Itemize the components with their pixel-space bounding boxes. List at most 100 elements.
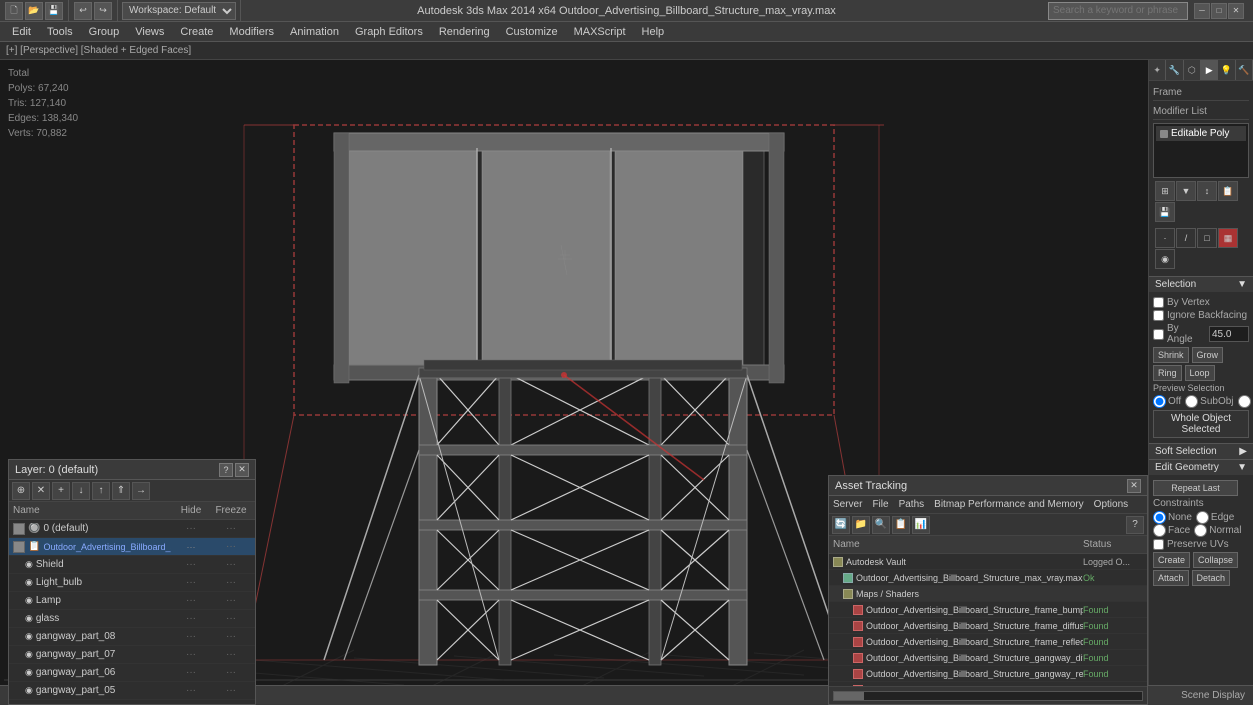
save-btn[interactable]: 💾	[45, 2, 63, 20]
maximize-btn[interactable]: □	[1211, 3, 1227, 19]
subobj-icon-element[interactable]: ◉	[1155, 249, 1175, 269]
rpanel-tab-create[interactable]: ✦	[1149, 60, 1166, 80]
asset-scroll-thumb[interactable]	[834, 692, 864, 700]
rpanel-tab-hierarchy[interactable]: ⬡	[1184, 60, 1201, 80]
undo-btn[interactable]: ↩	[74, 2, 92, 20]
repeat-last-btn[interactable]: Repeat Last	[1153, 480, 1238, 496]
asset-menu-file[interactable]: File	[872, 499, 888, 510]
asset-btn-chart[interactable]: 📊	[912, 516, 930, 534]
rpanel-tab-utilities[interactable]: 🔨	[1236, 60, 1253, 80]
minimize-btn[interactable]: ─	[1194, 3, 1210, 19]
menu-graph-editors[interactable]: Graph Editors	[347, 24, 431, 40]
rpanel-tab-modify[interactable]: 🔧	[1166, 60, 1183, 80]
close-btn[interactable]: ✕	[1228, 3, 1244, 19]
grow-btn[interactable]: Grow	[1192, 347, 1224, 363]
selection-header[interactable]: Selection ▼	[1149, 276, 1253, 292]
mod-icon-2[interactable]: ▼	[1176, 181, 1196, 201]
asset-row-maxfile[interactable]: Outdoor_Advertising_Billboard_Structure_…	[829, 570, 1147, 586]
layer-row-0[interactable]: 🔘 0 (default) ··· ···	[9, 520, 255, 538]
menu-create[interactable]: Create	[172, 24, 221, 40]
collapse-btn[interactable]: Collapse	[1193, 552, 1238, 568]
layer-row-glass[interactable]: ◉ glass ··· ···	[9, 610, 255, 628]
ring-btn[interactable]: Ring	[1153, 365, 1182, 381]
modifier-list-box[interactable]: Editable Poly	[1153, 123, 1249, 178]
create-btn[interactable]: Create	[1153, 552, 1190, 568]
mod-icon-4[interactable]: 📋	[1218, 181, 1238, 201]
asset-btn-help[interactable]: ?	[1126, 516, 1144, 534]
asset-menu-bitmap[interactable]: Bitmap Performance and Memory	[934, 499, 1084, 510]
menu-help[interactable]: Help	[634, 24, 673, 40]
asset-row-maps[interactable]: Maps / Shaders	[829, 586, 1147, 602]
menu-tools[interactable]: Tools	[39, 24, 81, 40]
workspace-select[interactable]: Workspace: Default	[122, 2, 236, 20]
angle-input[interactable]	[1209, 326, 1249, 342]
soft-sel-header[interactable]: Soft Selection ▶	[1149, 443, 1253, 459]
multi-radio[interactable]	[1238, 395, 1251, 408]
menu-views[interactable]: Views	[127, 24, 172, 40]
subobj-icon-poly[interactable]: ▦	[1218, 228, 1238, 248]
normal-radio[interactable]	[1194, 524, 1207, 537]
asset-btn-search[interactable]: 🔍	[872, 516, 890, 534]
attach-btn[interactable]: Attach	[1153, 570, 1189, 586]
by-angle-check[interactable]	[1153, 329, 1164, 340]
new-btn[interactable]: 🗋	[5, 2, 23, 20]
asset-menu-paths[interactable]: Paths	[899, 499, 925, 510]
asset-btn-refresh[interactable]: 🔄	[832, 516, 850, 534]
mod-icon-3[interactable]: ↕	[1197, 181, 1217, 201]
rpanel-tab-motion[interactable]: ▶	[1201, 60, 1218, 80]
menu-edit[interactable]: Edit	[4, 24, 39, 40]
asset-btn-copy[interactable]: 📋	[892, 516, 910, 534]
menu-maxscript[interactable]: MAXScript	[566, 24, 634, 40]
lyr-btn-7[interactable]: →	[132, 482, 150, 500]
subobj-icon-edge[interactable]: /	[1176, 228, 1196, 248]
layer-row-gp08[interactable]: ◉ gangway_part_08 ··· ···	[9, 628, 255, 646]
asset-row-greflect[interactable]: Outdoor_Advertising_Billboard_Structure_…	[829, 666, 1147, 682]
asset-row-freflect[interactable]: Outdoor_Advertising_Billboard_Structure_…	[829, 634, 1147, 650]
lyr-btn-1[interactable]: ⊕	[12, 482, 30, 500]
layer-row-gp06[interactable]: ◉ gangway_part_06 ··· ···	[9, 664, 255, 682]
edge-radio[interactable]	[1196, 511, 1209, 524]
asset-row-gdiffuse[interactable]: Outdoor_Advertising_Billboard_Structure_…	[829, 650, 1147, 666]
redo-btn[interactable]: ↪	[94, 2, 112, 20]
layer-row-gp04[interactable]: ◉ gangway_part_04 ··· ···	[9, 700, 255, 704]
menu-animation[interactable]: Animation	[282, 24, 347, 40]
menu-customize[interactable]: Customize	[498, 24, 566, 40]
layer-row-shield[interactable]: ◉ Shield ··· ···	[9, 556, 255, 574]
layer-row-main[interactable]: 📋 Outdoor_Advertising_Billboard_Structur…	[9, 538, 255, 556]
asset-close-btn[interactable]: ✕	[1127, 479, 1141, 493]
layer-row-lamp[interactable]: ◉ Lamp ··· ···	[9, 592, 255, 610]
shrink-btn[interactable]: Shrink	[1153, 347, 1189, 363]
editable-poly-item[interactable]: Editable Poly	[1156, 126, 1246, 141]
mod-icon-1[interactable]: ⊞	[1155, 181, 1175, 201]
menu-group[interactable]: Group	[81, 24, 128, 40]
lyr-btn-3[interactable]: +	[52, 482, 70, 500]
subobj-radio[interactable]	[1185, 395, 1198, 408]
layer-row-gp05[interactable]: ◉ gangway_part_05 ··· ···	[9, 682, 255, 700]
asset-scroll-track[interactable]	[833, 691, 1143, 701]
by-vertex-check[interactable]	[1153, 297, 1164, 308]
layer-row-lightbulb[interactable]: ◉ Light_bulb ··· ···	[9, 574, 255, 592]
asset-row-fbump[interactable]: Outdoor_Advertising_Billboard_Structure_…	[829, 602, 1147, 618]
none-radio[interactable]	[1153, 511, 1166, 524]
search-input[interactable]	[1048, 2, 1188, 20]
rpanel-tab-display[interactable]: 💡	[1218, 60, 1235, 80]
asset-row-fdiffuse[interactable]: Outdoor_Advertising_Billboard_Structure_…	[829, 618, 1147, 634]
mod-icon-5[interactable]: 💾	[1155, 202, 1175, 222]
asset-menu-options[interactable]: Options	[1094, 499, 1128, 510]
asset-row-vault[interactable]: Autodesk Vault Logged O...	[829, 554, 1147, 570]
menu-rendering[interactable]: Rendering	[431, 24, 498, 40]
lyr-btn-2[interactable]: ✕	[32, 482, 50, 500]
lyr-btn-4[interactable]: ↓	[72, 482, 90, 500]
layers-help-btn[interactable]: ?	[219, 463, 233, 477]
layers-close-btn[interactable]: ✕	[235, 463, 249, 477]
open-btn[interactable]: 📂	[25, 2, 43, 20]
lyr-btn-6[interactable]: ⇑	[112, 482, 130, 500]
loop-btn[interactable]: Loop	[1185, 365, 1215, 381]
preserve-uvs-check[interactable]	[1153, 539, 1164, 550]
asset-btn-folder[interactable]: 📁	[852, 516, 870, 534]
subobj-icon-border[interactable]: □	[1197, 228, 1217, 248]
lyr-btn-5[interactable]: ↑	[92, 482, 110, 500]
ignore-backfacing-check[interactable]	[1153, 310, 1164, 321]
asset-menu-server[interactable]: Server	[833, 499, 862, 510]
asset-row-pdiffuse[interactable]: Outdoor_Advertising_Billboard_Structure_…	[829, 682, 1147, 686]
